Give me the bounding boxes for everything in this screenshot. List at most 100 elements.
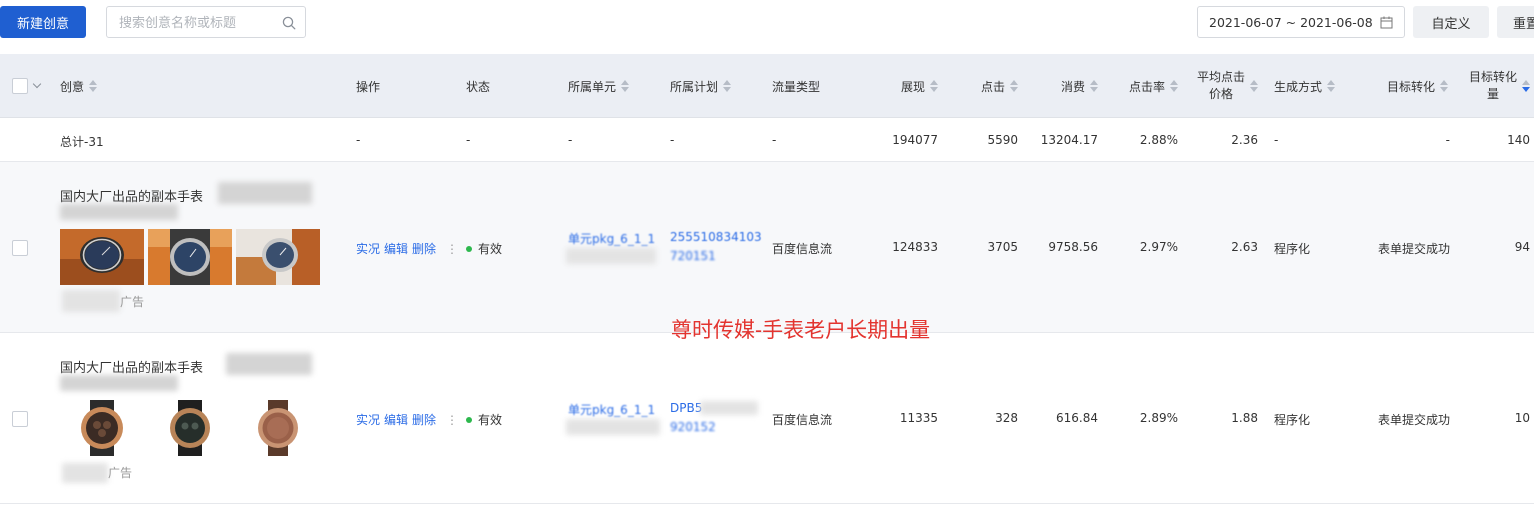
header-target-conv-count[interactable]: 目标转化量 xyxy=(1456,54,1530,118)
header-operation-label: 操作 xyxy=(356,79,381,94)
sort-icon[interactable] xyxy=(1250,80,1258,92)
sort-icon[interactable] xyxy=(930,80,938,92)
ad-label: 广告 xyxy=(120,295,145,309)
ctr-value: 2.97% xyxy=(1139,240,1178,254)
header-cost[interactable]: 消费 xyxy=(1028,54,1098,118)
search-input[interactable] xyxy=(119,14,279,32)
header-target-conv-count-label: 目标转化量 xyxy=(1469,69,1517,103)
search-icon[interactable] xyxy=(282,16,296,30)
edit-link[interactable]: 编辑 xyxy=(384,242,408,256)
header-clicks[interactable]: 点击 xyxy=(948,54,1018,118)
header-ctr[interactable]: 点击率 xyxy=(1108,54,1178,118)
edit-link[interactable]: 编辑 xyxy=(384,413,408,427)
total-gen-method: - xyxy=(1274,133,1279,147)
watch-image-thumbnail[interactable] xyxy=(236,400,320,456)
sort-icon[interactable] xyxy=(1090,80,1098,92)
header-impressions-label: 展现 xyxy=(900,79,925,94)
watch-image-thumbnail[interactable] xyxy=(60,400,144,456)
header-avg-cpc-line2: 价格 xyxy=(1208,87,1233,101)
status-text: 有效 xyxy=(478,413,503,427)
watch-image-thumbnail[interactable] xyxy=(148,229,232,285)
impressions-value: 124833 xyxy=(892,240,938,254)
plan-link-line2[interactable]: 720151 xyxy=(670,249,716,263)
status-badge: 有效 xyxy=(466,240,502,257)
chevron-down-icon[interactable] xyxy=(32,79,42,89)
new-creative-button[interactable]: 新建创意 xyxy=(0,6,86,38)
date-range-text: 2021-06-07 ~ 2021-06-08 xyxy=(1209,15,1373,30)
row-checkbox[interactable] xyxy=(12,411,28,427)
header-target-conv-label: 目标转化 xyxy=(1386,79,1435,94)
header-cost-label: 消费 xyxy=(1060,79,1085,94)
impressions-value: 11335 xyxy=(899,411,938,425)
creative-title[interactable]: 国内大厂出品的副本手表 xyxy=(60,186,203,205)
delete-link[interactable]: 删除 xyxy=(412,242,436,256)
sort-icon[interactable] xyxy=(1327,80,1336,92)
row-operations: 实况 编辑 删除 ⋮ xyxy=(356,240,462,257)
reset-button[interactable]: 重置 xyxy=(1497,6,1534,38)
live-link[interactable]: 实况 xyxy=(356,242,380,256)
plan-link-line2[interactable]: 920152 xyxy=(670,420,716,434)
more-icon[interactable]: ⋮ xyxy=(446,242,458,256)
table-row: 国内大厂出品的副本手表 广告 实况 编辑 删除 ⋮ 有效 单元pkg_6_1_1 DP… xyxy=(0,333,1534,504)
total-avg-cpc: 2.36 xyxy=(1231,133,1258,147)
sort-icon[interactable] xyxy=(723,80,732,92)
header-plan[interactable]: 所属计划 xyxy=(670,54,732,118)
header-ctr-label: 点击率 xyxy=(1128,79,1165,94)
header-target-conv-count-line2: 量 xyxy=(1486,87,1499,101)
table-header: 创意 操作 状态 所属单元 所属计划 流量类型 展现 点击 消费 点击率 平均点… xyxy=(0,54,1534,118)
row-checkbox[interactable] xyxy=(12,240,28,256)
sort-icon[interactable] xyxy=(89,80,98,92)
blurred-text xyxy=(60,375,178,391)
total-plan: - xyxy=(670,133,675,147)
more-icon[interactable]: ⋮ xyxy=(446,413,458,427)
cost-value: 9758.56 xyxy=(1048,240,1098,254)
delete-link[interactable]: 删除 xyxy=(412,413,436,427)
header-gen-method[interactable]: 生成方式 xyxy=(1274,54,1336,118)
unit-link[interactable]: 单元pkg_6_1_1 xyxy=(568,230,655,247)
blurred-text xyxy=(566,248,656,264)
sort-icon[interactable] xyxy=(621,80,630,92)
header-traffic: 流量类型 xyxy=(772,54,820,118)
clicks-value: 328 xyxy=(995,411,1018,425)
header-creative[interactable]: 创意 xyxy=(60,54,98,118)
header-plan-label: 所属计划 xyxy=(670,79,719,94)
header-operation: 操作 xyxy=(356,54,380,118)
plan-link[interactable]: 255510834103 xyxy=(670,230,762,244)
creative-title[interactable]: 国内大厂出品的副本手表 xyxy=(60,357,203,376)
header-target-conv[interactable]: 目标转化 xyxy=(1350,54,1448,118)
blurred-text xyxy=(62,463,108,483)
sort-desc-icon[interactable] xyxy=(1522,80,1530,92)
header-unit[interactable]: 所属单元 xyxy=(568,54,630,118)
calendar-icon xyxy=(1380,16,1393,29)
blurred-text xyxy=(700,401,758,415)
blurred-text xyxy=(218,182,312,204)
watch-image-thumbnail[interactable] xyxy=(236,229,320,285)
ad-label: 广告 xyxy=(108,466,133,480)
row-operations: 实况 编辑 删除 ⋮ xyxy=(356,411,462,428)
watermark-text: 尊时传媒-手表老户长期出量 xyxy=(671,318,931,342)
custom-button[interactable]: 自定义 xyxy=(1413,6,1489,38)
sort-icon[interactable] xyxy=(1440,80,1448,92)
gen-method-value: 程序化 xyxy=(1274,413,1311,427)
date-range-picker[interactable]: 2021-06-07 ~ 2021-06-08 xyxy=(1197,6,1405,38)
header-avg-cpc[interactable]: 平均点击 价格 xyxy=(1188,54,1258,118)
total-target-conv-count: 140 xyxy=(1507,133,1530,147)
cost-value: 616.84 xyxy=(1056,411,1098,425)
search-box[interactable] xyxy=(106,6,306,38)
header-avg-cpc-line1: 平均点击 xyxy=(1196,70,1245,84)
plan-link[interactable]: DPB5 xyxy=(670,401,702,415)
total-label: 总计-31 xyxy=(60,135,104,149)
header-traffic-label: 流量类型 xyxy=(772,79,821,94)
avg-cpc-value: 2.63 xyxy=(1231,240,1258,254)
header-impressions[interactable]: 展现 xyxy=(868,54,938,118)
blurred-text xyxy=(60,204,178,220)
sort-icon[interactable] xyxy=(1010,80,1018,92)
sort-icon[interactable] xyxy=(1170,80,1178,92)
unit-link[interactable]: 单元pkg_6_1_1 xyxy=(568,401,655,418)
select-all-checkbox[interactable] xyxy=(12,78,28,94)
live-link[interactable]: 实况 xyxy=(356,413,380,427)
watch-image-thumbnail[interactable] xyxy=(60,229,144,285)
traffic-type: 百度信息流 xyxy=(772,242,833,256)
watch-image-thumbnail[interactable] xyxy=(148,400,232,456)
header-creative-label: 创意 xyxy=(60,79,85,94)
